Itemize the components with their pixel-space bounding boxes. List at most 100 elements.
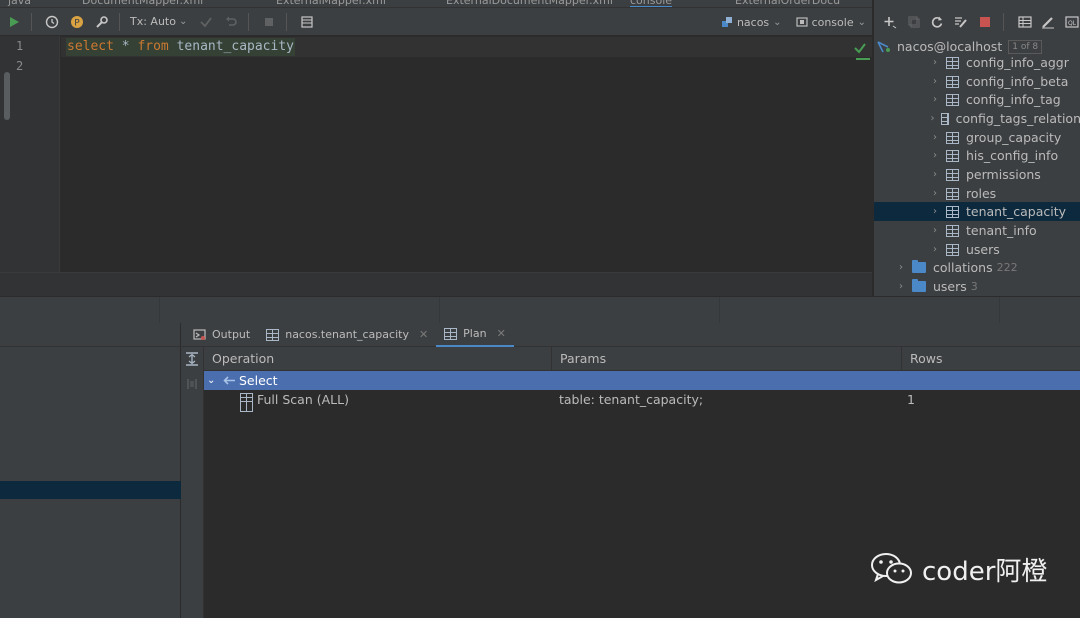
- table-icon: [946, 224, 959, 237]
- tab-table-result[interactable]: nacos.tenant_capacity ✕: [258, 323, 436, 347]
- sql-query-line[interactable]: select * from tenant_capacity: [66, 38, 295, 56]
- panel-splitter[interactable]: [0, 296, 1080, 324]
- plan-grid-header: Operation Params Rows: [204, 347, 1080, 371]
- toolbar-separator: [1002, 13, 1004, 31]
- tab-plan[interactable]: Plan ✕: [436, 323, 514, 347]
- expand-all-icon[interactable]: [185, 352, 199, 366]
- disconnect-button[interactable]: [976, 11, 994, 33]
- table-icon: [946, 187, 959, 200]
- tree-table-node[interactable]: › group_capacity: [874, 128, 1080, 147]
- toolbar-separator: [248, 12, 250, 31]
- editor-tab-active[interactable]: console: [630, 0, 673, 7]
- chevron-down-icon[interactable]: ⌄: [207, 371, 215, 390]
- format-icon[interactable]: [185, 377, 199, 391]
- datasource-selectors: nacos ⌄ console ⌄: [721, 8, 866, 36]
- watermark-text: coder阿橙: [922, 556, 1048, 587]
- edit-source-button[interactable]: [1040, 11, 1058, 33]
- chevron-down-icon: ⌄: [773, 16, 782, 28]
- stop-button[interactable]: [258, 11, 280, 33]
- table-label: tenant_info: [966, 223, 1037, 238]
- column-header-params[interactable]: Params: [552, 347, 902, 371]
- datasource-label: nacos: [736, 15, 770, 29]
- commit-button[interactable]: [195, 11, 217, 33]
- run-button[interactable]: [3, 11, 25, 33]
- clock-icon: [45, 15, 59, 28]
- table-label: config_info_aggr: [966, 55, 1069, 70]
- table-label: roles: [966, 186, 997, 201]
- folder-icon: [912, 260, 926, 273]
- column-header-operation[interactable]: Operation: [204, 347, 552, 371]
- tree-table-node[interactable]: › config_info_beta: [874, 72, 1080, 91]
- database-toolbar: QL: [874, 8, 1080, 36]
- splitter-segment: [160, 297, 440, 324]
- settings-button[interactable]: [91, 11, 113, 33]
- sql-editor[interactable]: [61, 36, 872, 272]
- refresh-button[interactable]: [929, 11, 947, 33]
- parameters-button[interactable]: P: [66, 11, 88, 33]
- toolbar-separator: [286, 12, 288, 31]
- sql-table-name: tenant_capacity: [168, 39, 294, 54]
- console-button[interactable]: QL: [1063, 11, 1080, 33]
- chevron-right-icon: ›: [933, 225, 937, 236]
- tree-table-node[interactable]: › users: [874, 240, 1080, 259]
- transaction-mode-label: Tx: Auto: [130, 15, 176, 28]
- tree-table-node[interactable]: › config_info_aggr: [874, 53, 1080, 72]
- svg-text:P: P: [74, 18, 80, 28]
- folder-count: 222: [996, 261, 1018, 274]
- editor-tab[interactable]: ExternalMapper.xml: [276, 0, 386, 7]
- check-icon: [854, 43, 866, 54]
- close-icon[interactable]: ✕: [419, 328, 428, 341]
- duplicate-button[interactable]: [905, 11, 923, 33]
- connection-label: nacos@localhost: [897, 39, 1003, 54]
- table-icon: [240, 393, 253, 412]
- stop-icon: [265, 17, 274, 26]
- table-icon: [946, 205, 959, 218]
- close-icon[interactable]: ✕: [497, 327, 506, 340]
- tree-table-node[interactable]: › config_info_tag: [874, 90, 1080, 109]
- tree-table-node[interactable]: › tenant_info: [874, 221, 1080, 240]
- plan-row-selected[interactable]: ⌄ Select: [204, 371, 1080, 390]
- tab-output[interactable]: Output: [185, 323, 258, 347]
- tree-folder-node[interactable]: › users 3: [874, 277, 1080, 296]
- datasource-select[interactable]: nacos ⌄: [721, 16, 782, 29]
- tree-table-node[interactable]: › permissions: [874, 165, 1080, 184]
- editor-tab[interactable]: ExternalDocumentMapper.xml: [446, 0, 613, 7]
- refresh-icon: [932, 16, 943, 28]
- table-label: config_info_tag: [966, 92, 1061, 107]
- editor-tab[interactable]: ExternalOrderDocu: [735, 0, 840, 7]
- services-selected-row[interactable]: [0, 481, 181, 499]
- chevron-right-icon: ›: [933, 132, 937, 143]
- table-icon: [946, 168, 959, 181]
- table-editor-button[interactable]: [1016, 11, 1034, 33]
- wechat-watermark: coder阿橙: [870, 548, 1047, 590]
- splitter-segment: [440, 297, 720, 324]
- table-icon: [946, 75, 959, 88]
- output-icon: [193, 329, 206, 340]
- tree-folder-node[interactable]: › collations 222: [874, 258, 1080, 277]
- tree-table-node[interactable]: › his_config_info: [874, 146, 1080, 165]
- rollback-button[interactable]: [220, 11, 242, 33]
- tree-table-node[interactable]: › roles: [874, 184, 1080, 203]
- table-icon: [946, 56, 959, 69]
- tree-table-node[interactable]: › config_tags_relation: [874, 109, 1080, 128]
- table-icon: [444, 327, 458, 340]
- table-label: tenant_capacity: [966, 204, 1067, 219]
- column-header-rows[interactable]: Rows: [902, 347, 1080, 371]
- svg-text:QL: QL: [1068, 20, 1077, 27]
- console-select[interactable]: console ⌄: [795, 16, 866, 29]
- toolbar-separator: [119, 12, 120, 31]
- tree-table-node-selected[interactable]: › tenant_capacity: [874, 202, 1080, 221]
- plan-row[interactable]: Full Scan (ALL) table: tenant_capacity; …: [204, 390, 1080, 412]
- results-layout-button[interactable]: [296, 11, 318, 33]
- editor-tab[interactable]: DocumentMapper.xml: [82, 0, 203, 7]
- chevron-right-icon: ›: [899, 262, 903, 273]
- editor-scrollbar-thumb[interactable]: [4, 72, 10, 120]
- editor-tab[interactable]: java: [8, 0, 31, 7]
- folder-label: collations: [933, 260, 993, 275]
- history-button[interactable]: [41, 11, 63, 33]
- datasource-icon: [721, 17, 732, 27]
- add-datasource-button[interactable]: [881, 11, 899, 33]
- transaction-mode-select[interactable]: Tx: Auto ⌄: [130, 15, 187, 28]
- table-label: config_tags_relation: [955, 111, 1080, 126]
- schema-settings-button[interactable]: [952, 11, 970, 33]
